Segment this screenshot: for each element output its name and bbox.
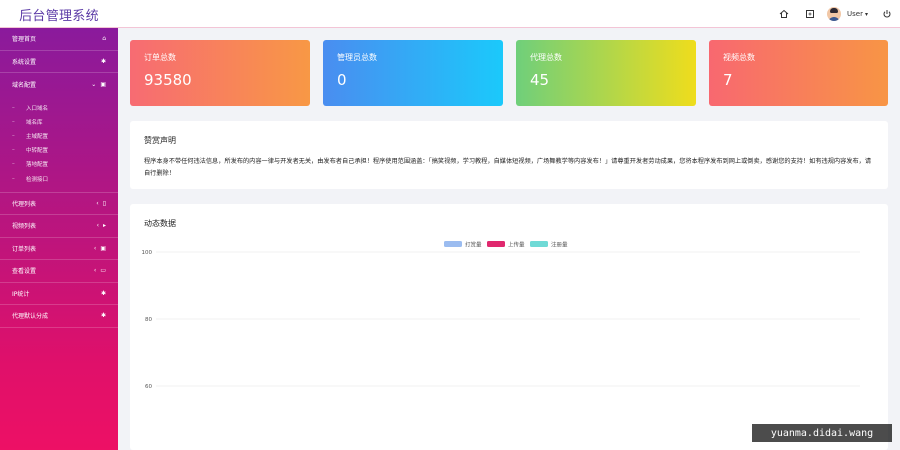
avatar[interactable]	[827, 7, 842, 21]
legend-label[interactable]: 打赏量	[465, 241, 482, 249]
chevron-left-icon: ‹	[96, 222, 99, 230]
calendar-icon: ▣	[100, 80, 106, 88]
sidebar-item-ip-stats[interactable]: IP统计 ✱	[0, 283, 118, 306]
fullscreen-icon[interactable]	[797, 0, 823, 28]
sidebar-item-video-list[interactable]: 视频列表 ‹ ▸	[0, 215, 118, 238]
stat-value: 7	[723, 71, 733, 89]
submenu-item[interactable]: – 检测接口	[0, 171, 118, 185]
y-tick-label: 60	[145, 384, 152, 390]
sidebar-item-label: 查看设置	[12, 268, 37, 276]
submenu-item[interactable]: – 域名库	[0, 115, 118, 129]
submenu-item[interactable]: – 主域配置	[0, 129, 118, 143]
laptop-icon: ▭	[100, 267, 106, 275]
phone-icon: ▯	[102, 199, 106, 207]
legend-swatch[interactable]	[530, 241, 548, 247]
gear-icon: ✱	[100, 289, 106, 297]
chart-panel: 打赏量 上传量 注册量 100 80 60 动态数据	[130, 204, 888, 450]
notice-title: 赞赏声明	[144, 136, 176, 145]
notice-panel: 赞赏声明 程序本身不带任何违法信息，所发布的内容一律与开发者无关，由发布者自己承…	[130, 121, 888, 189]
gear-icon: ✱	[100, 57, 106, 65]
stat-title: 视频总数	[723, 53, 755, 62]
sidebar-item-label: 域名配置	[12, 81, 37, 89]
home-icon[interactable]	[771, 0, 797, 28]
top-bar: 后台管理系统 User ▾	[0, 0, 900, 28]
sidebar-item-agent-list[interactable]: 代理列表 ‹ ▯	[0, 193, 118, 216]
sidebar-item-home[interactable]: 管理首页 ⌂	[0, 28, 118, 51]
app-title[interactable]: 后台管理系统	[0, 0, 118, 28]
user-menu[interactable]: User ▾	[823, 0, 874, 28]
sidebar-item-label: 代理列表	[12, 200, 37, 208]
sidebar-item-system-settings[interactable]: 系统设置 ✱	[0, 51, 118, 73]
y-tick-label: 80	[145, 317, 152, 323]
sidebar-item-label: 视频列表	[12, 223, 37, 231]
chevron-down-icon: ▾	[864, 10, 868, 18]
stat-value: 0	[337, 71, 347, 89]
chevron-left-icon: ‹	[93, 267, 97, 275]
stat-value: 93580	[144, 71, 192, 89]
user-name: User	[847, 10, 863, 18]
play-icon: ▸	[102, 222, 106, 230]
gear-icon: ✱	[100, 312, 106, 320]
domain-config-submenu: – 入口域名 – 域名库 – 主域配置 – 中转配置 – 落地配置 – 检测接口	[0, 96, 118, 193]
watermark: yuanma.didai.wang	[752, 424, 892, 442]
stat-title: 管理员总数	[337, 53, 377, 62]
legend-swatch[interactable]	[487, 241, 505, 247]
stat-card-orders: 订单总数 93580	[130, 40, 310, 106]
sidebar-item-view-settings[interactable]: 查看设置 ‹ ▭	[0, 260, 118, 283]
stat-card-videos: 视频总数 7	[709, 40, 888, 106]
legend-label[interactable]: 注册量	[551, 241, 568, 249]
sidebar-item-domain-config[interactable]: 域名配置 ⌄ ▣	[0, 73, 118, 96]
chevron-left-icon: ‹	[93, 244, 97, 252]
calendar-icon: ▣	[100, 244, 106, 252]
legend-swatch[interactable]	[444, 241, 462, 247]
chevron-left-icon: ‹	[96, 199, 99, 207]
stat-card-agents: 代理总数 45	[516, 40, 696, 106]
submenu-item[interactable]: – 落地配置	[0, 157, 118, 171]
sidebar-item-agent-commission[interactable]: 代理默认分成 ✱	[0, 305, 118, 328]
y-tick-label: 100	[142, 250, 153, 256]
stat-title: 订单总数	[144, 53, 176, 62]
power-icon[interactable]	[874, 0, 900, 28]
sidebar: 管理首页 ⌂ 系统设置 ✱ 域名配置 ⌄ ▣ – 入口域名 – 域名库 – 主域配置 –…	[0, 28, 118, 450]
sidebar-item-label: 订单列表	[12, 245, 37, 253]
sidebar-item-label: IP统计	[12, 290, 30, 298]
stat-title: 代理总数	[530, 53, 562, 62]
stat-card-admins: 管理员总数 0	[323, 40, 503, 106]
stat-value: 45	[530, 71, 550, 89]
chart-title: 动态数据	[144, 219, 176, 228]
sidebar-item-label: 代理默认分成	[12, 313, 49, 321]
home-icon: ⌂	[102, 35, 106, 43]
line-chart: 打赏量 上传量 注册量 100 80 60	[142, 241, 860, 390]
submenu-item[interactable]: – 入口域名	[0, 101, 118, 115]
chevron-down-icon: ⌄	[91, 80, 97, 88]
sidebar-item-order-list[interactable]: 订单列表 ‹ ▣	[0, 238, 118, 261]
legend-label[interactable]: 上传量	[508, 241, 525, 249]
notice-text: 程序本身不带任何违法信息，所发布的内容一律与开发者无关，由发布者自己承担！程序使…	[144, 158, 872, 177]
sidebar-item-label: 系统设置	[12, 58, 37, 66]
submenu-item[interactable]: – 中转配置	[0, 143, 118, 157]
sidebar-item-label: 管理首页	[12, 36, 37, 44]
top-icons: User ▾	[771, 0, 900, 28]
